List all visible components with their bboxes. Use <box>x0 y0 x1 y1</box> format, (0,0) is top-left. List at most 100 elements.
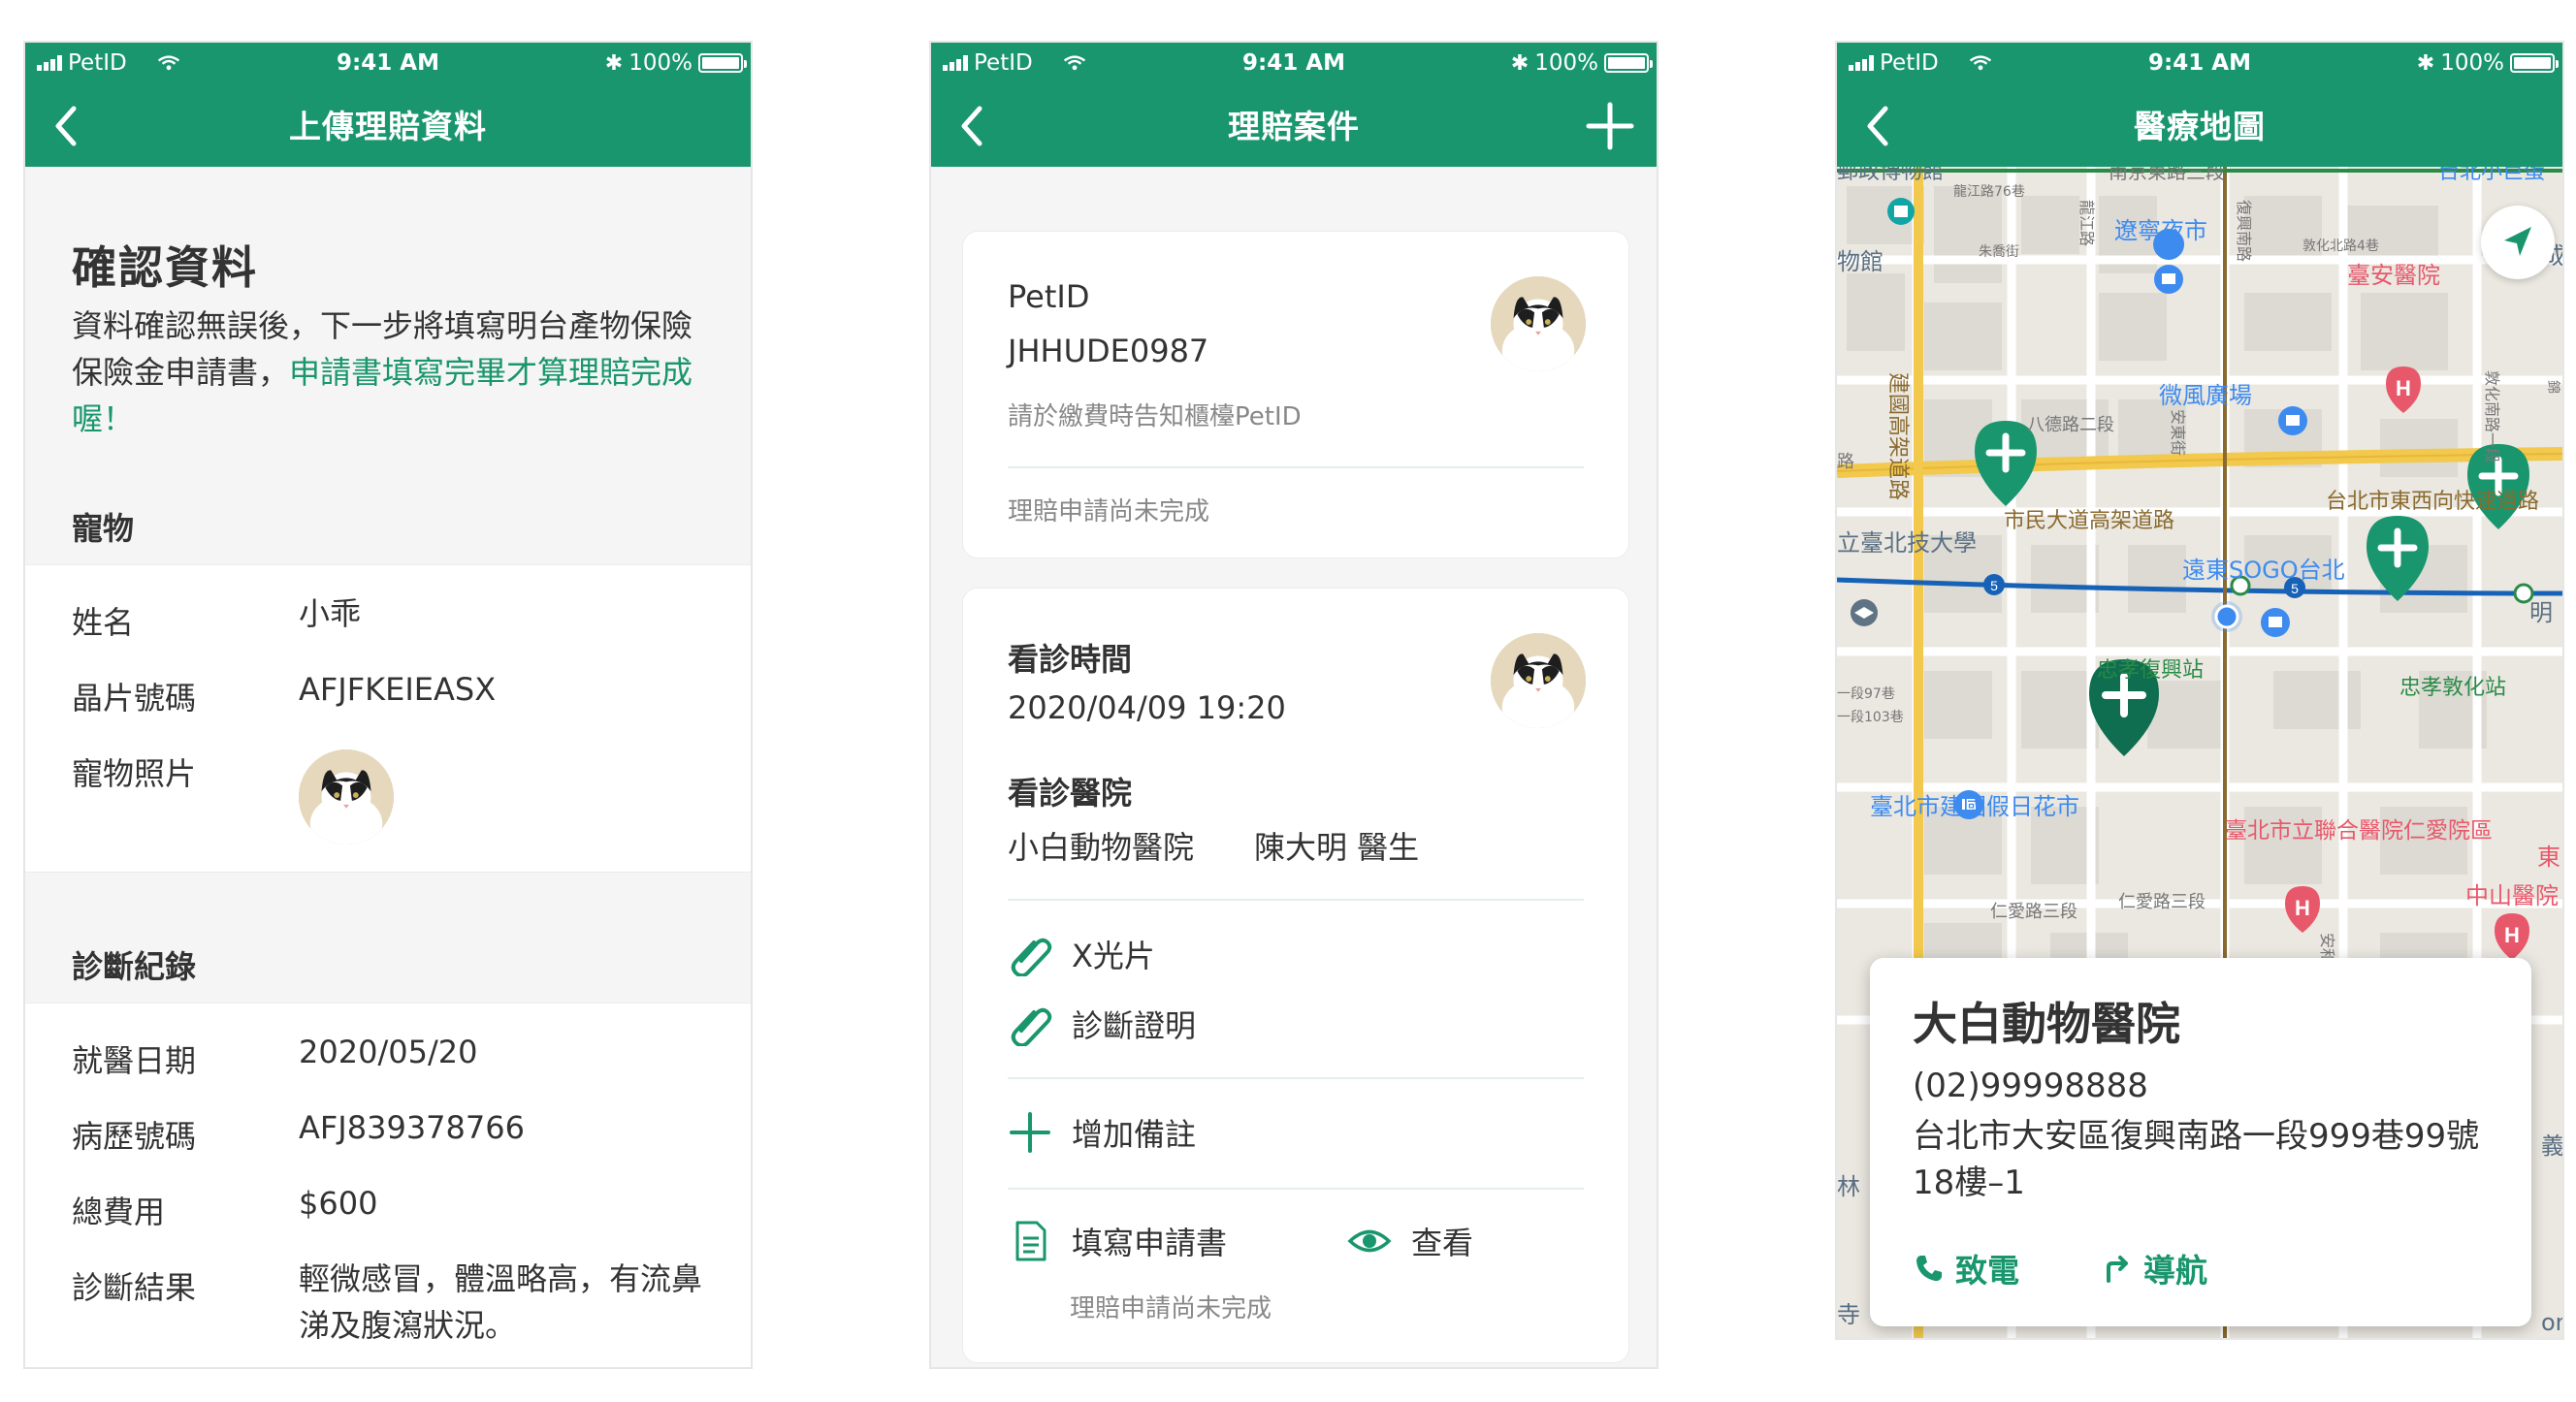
status-bar: PetID 9:41 AM ✱ 100% <box>1837 43 2562 85</box>
map-label: 臺北市建國假日花市 <box>1870 793 2079 820</box>
divider <box>1008 899 1584 901</box>
add-note-button[interactable]: 增加備註 <box>1008 1110 1196 1155</box>
map-label: 郵政博物館 <box>1837 167 1944 184</box>
page-title: 醫療地圖 <box>2134 108 2266 145</box>
visit-date-value: 2020/05/20 <box>299 1034 478 1070</box>
map-label: 建國高架道路 <box>1885 372 1910 500</box>
pet-name-value: 小乖 <box>299 595 362 632</box>
map-label: 敦化北路4巷 <box>2302 239 2379 254</box>
map-label: 龍江路 <box>2077 200 2096 246</box>
phone-icon <box>1916 1256 1942 1282</box>
paperclip-icon <box>1011 1007 1052 1046</box>
metro-line-badge: 5 <box>1983 574 2005 595</box>
pet-avatar <box>1491 276 1586 371</box>
hospital-info-card: 大白動物醫院 (02)99998888 台北市大安區復興南路一段999巷99號1… <box>1870 958 2531 1326</box>
map-label: 忠孝復興站 <box>2097 658 2204 683</box>
chip-value: AFJFKEIEASX <box>299 671 497 708</box>
petid-value: JHHUDE0987 <box>1008 333 1209 369</box>
map-label: 錦 <box>2545 380 2561 394</box>
bluetooth-icon: ✱ <box>1510 50 1530 76</box>
svg-text:H: H <box>2396 376 2411 400</box>
hospital-name: 大白動物醫院 <box>1913 998 2180 1050</box>
map-label: on <box>2541 1309 2564 1336</box>
attachment-xray[interactable]: X光片 <box>1008 932 1155 976</box>
map-label: 市民大道高架道路 <box>2004 509 2174 533</box>
map-label: 敦化南路一段 <box>2483 370 2501 463</box>
confirm-description: 資料確認無誤後，下一步將填寫明台產物保險保險金申請書，申請書填寫完畢才算理賠完成… <box>72 307 693 437</box>
map-label: 台北小巨蛋 <box>2438 167 2545 184</box>
visit-time-value: 2020/04/09 19:20 <box>1008 689 1286 726</box>
visit-hospital-value: 小白動物醫院 <box>1008 829 1195 866</box>
battery-percent: 100% <box>1534 50 1598 76</box>
bluetooth-icon: ✱ <box>2416 50 2435 76</box>
fill-form-button[interactable]: 填寫申請書 <box>1008 1219 1227 1263</box>
view-button[interactable]: 查看 <box>1347 1219 1473 1263</box>
cat-photo-icon <box>1491 276 1586 371</box>
claims-screen: PetID 9:41 AM ✱ 100% 理賠案件 PetID JHHUDE09… <box>929 41 1658 1369</box>
battery-percent: 100% <box>628 50 692 76</box>
upload-claim-screen: PetID 9:41 AM ✱ 100% 上傳理賠資料 確認資料 資料確認無誤後… <box>23 41 753 1369</box>
petid-card: PetID JHHUDE0987 請於繳費時告知櫃檯PetID 理賠申請尚未完成 <box>962 231 1629 558</box>
pet-info-section: 姓名 小乖 晶片號碼 AFJFKEIEASX 寵物照片 <box>25 564 751 873</box>
map-label: 龍江路76巷 <box>1953 183 2025 200</box>
total-fee-label: 總費用 <box>72 1194 166 1230</box>
map-label: 仁愛路三段 <box>2118 892 2206 912</box>
museum-poi-icon <box>1887 198 1915 225</box>
confirm-heading: 確認資料 <box>72 241 258 294</box>
cat-photo-icon <box>1491 633 1586 728</box>
paperclip-icon <box>1011 938 1052 976</box>
map-label: 復興南路 <box>2235 200 2253 262</box>
diagnosis-section-title: 診斷紀錄 <box>72 948 197 985</box>
pet-photo[interactable] <box>299 749 394 844</box>
map-label: 台北市東西向快速道路 <box>2326 490 2539 514</box>
petid-hint: 請於繳費時告知櫃檯PetID <box>1008 402 1302 431</box>
map-label: 中山醫院 <box>2465 882 2559 909</box>
status-bar: PetID 9:41 AM ✱ 100% <box>25 43 751 85</box>
navigate-button[interactable]: 導航 <box>2101 1245 2207 1291</box>
map-label: 朱喬街 <box>1979 244 2019 260</box>
map-label: 南京東路三段 <box>2109 167 2225 183</box>
my-location-button[interactable] <box>2481 206 2555 279</box>
visit-date-label: 就醫日期 <box>72 1042 197 1079</box>
map-label: 林 <box>1837 1173 1860 1200</box>
map-label: 一段103巷 <box>1837 710 1904 725</box>
turn-arrow-icon <box>2107 1256 2128 1283</box>
map-label: 立臺北技大學 <box>1837 529 1977 557</box>
map-label: 臺安醫院 <box>2347 262 2440 289</box>
svg-text:H: H <box>2504 923 2520 947</box>
map-label: 一段97巷 <box>1837 686 1895 702</box>
visit-hospital-label: 看診醫院 <box>1008 775 1133 812</box>
diagnosis-result-value: 輕微感冒，體溫略高，有流鼻涕及腹瀉狀況。 <box>299 1260 703 1344</box>
claim-status: 理賠申請尚未完成 <box>1070 1294 1272 1323</box>
chip-label: 晶片號碼 <box>72 680 197 717</box>
bluetooth-icon: ✱ <box>604 50 624 76</box>
map-label: 微風廣場 <box>2159 382 2252 409</box>
divider <box>1008 466 1584 468</box>
map-label: 物館 <box>1837 248 1884 275</box>
page-title: 上傳理賠資料 <box>289 108 487 145</box>
cat-photo-icon <box>299 749 394 844</box>
page-title: 理賠案件 <box>1228 108 1360 145</box>
map-label: 臺北市立聯合醫院仁愛院區 <box>2225 818 2493 844</box>
map-label: 明 <box>2529 599 2553 626</box>
attachment-certificate[interactable]: 診斷證明 <box>1008 1002 1196 1046</box>
visit-card: 看診時間 2020/04/09 19:20 看診醫院 小白動物醫院 陳大明 醫生… <box>962 588 1629 1363</box>
document-icon <box>1015 1221 1046 1261</box>
hospital-phone: (02)99998888 <box>1913 1067 2148 1105</box>
map-label: 遼寧夜市 <box>2114 217 2207 244</box>
divider <box>1008 1077 1584 1079</box>
doctor-value: 陳大明 醫生 <box>1254 829 1420 866</box>
map-label: 仁愛路三段 <box>1990 902 2077 922</box>
nav-bar: PetID 9:41 AM ✱ 100% 上傳理賠資料 <box>25 43 751 167</box>
diagnosis-result-label: 診斷結果 <box>72 1269 197 1306</box>
add-claim-plus-icon[interactable] <box>1585 101 1635 151</box>
nav-bar: PetID 9:41 AM ✱ 100% 理賠案件 <box>931 43 1657 167</box>
hospital-address: 台北市大安區復興南路一段999巷99號18樓–1 <box>1913 1117 2480 1202</box>
battery-icon <box>2510 53 2559 73</box>
diagnosis-info-section: 就醫日期 2020/05/20 病歷號碼 AFJ839378766 總費用 $6… <box>25 1003 751 1367</box>
map-label: 安東街 <box>2169 409 2187 456</box>
pet-avatar <box>1491 633 1586 728</box>
call-button[interactable]: 致電 <box>1913 1245 2019 1291</box>
claim-status: 理賠申請尚未完成 <box>1008 497 1210 526</box>
record-number-label: 病歷號碼 <box>72 1118 197 1155</box>
